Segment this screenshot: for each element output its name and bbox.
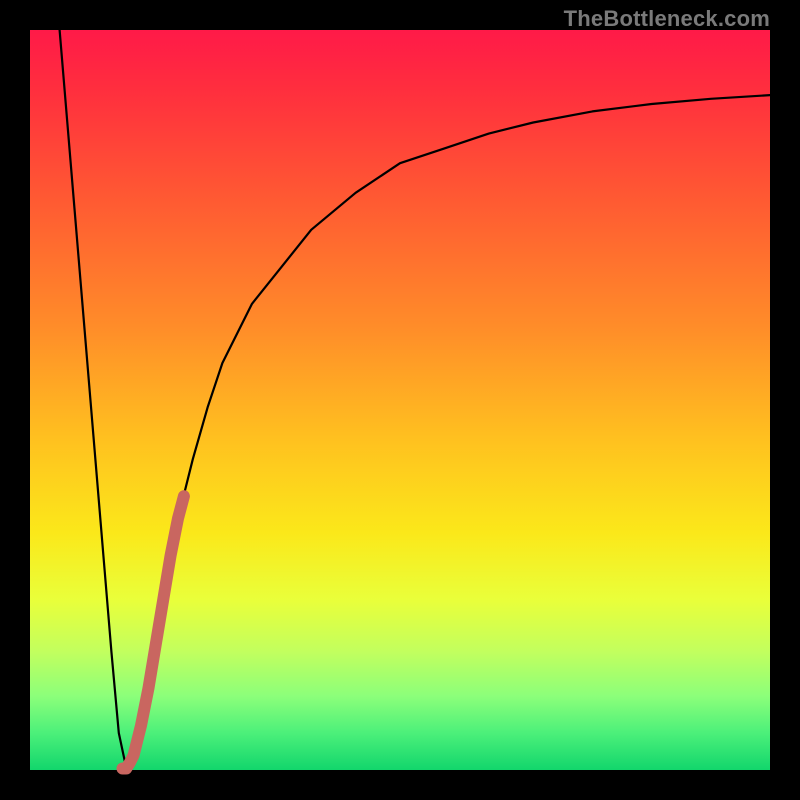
chart-stage: TheBottleneck.com <box>0 0 800 800</box>
pink-highlight <box>123 496 184 768</box>
black-curve <box>60 30 770 768</box>
watermark-text: TheBottleneck.com <box>564 6 770 32</box>
curves-svg <box>30 30 770 770</box>
plot-area <box>30 30 770 770</box>
